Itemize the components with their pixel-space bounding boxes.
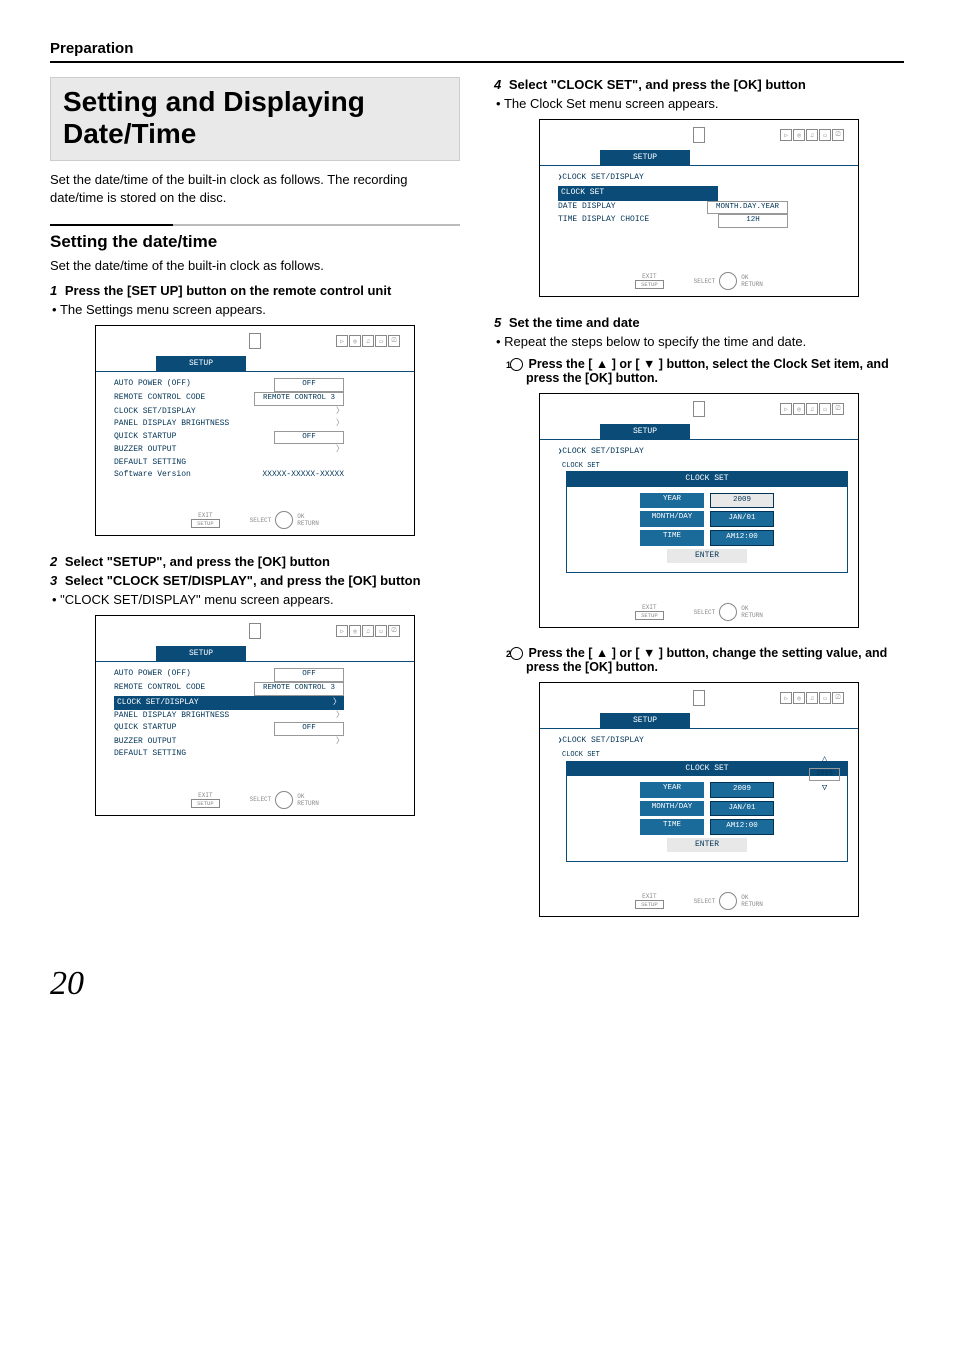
step-5: 5 Set the time and date (494, 315, 904, 330)
year-stepper: △ 2009 ▽ (809, 753, 840, 796)
step-5a: 1 Press the [ ▲ ] or [ ▼ ] button, selec… (510, 357, 904, 385)
accent-rule (50, 224, 460, 226)
menu-screenshot-2: ▷◎♫▭⎚ SETUP AUTO POWER (OFF)OFF REMOTE C… (95, 615, 415, 815)
doc-icon (249, 333, 261, 349)
page-number: 20 (50, 965, 904, 1003)
menu-screenshot-3: ▷◎♫▭⎚ SETUP CLOCK SET/DISPLAY CLOCK SET … (539, 119, 859, 297)
title-box: Setting and Displaying Date/Time (50, 77, 460, 161)
doc-icon (249, 623, 261, 639)
right-column: 4 Select "CLOCK SET", and press the [OK]… (494, 77, 904, 935)
step-4: 4 Select "CLOCK SET", and press the [OK]… (494, 77, 904, 92)
step-5b: 2 Press the [ ▲ ] or [ ▼ ] button, chang… (510, 646, 904, 674)
step-1: 1 Press the [SET UP] button on the remot… (50, 283, 460, 298)
divider (50, 61, 904, 63)
step-5-note: Repeat the steps below to specify the ti… (496, 334, 904, 349)
menu-screenshot-1: ▷◎♫▭⎚ SETUP AUTO POWER (OFF)OFF REMOTE C… (95, 325, 415, 536)
step-2: 2 Select "SETUP", and press the [OK] but… (50, 554, 460, 569)
menu-screenshot-5: ▷◎♫▭⎚ SETUP CLOCK SET/DISPLAY CLOCK SET … (539, 682, 859, 917)
sub-desc: Set the date/time of the built-in clock … (50, 258, 460, 273)
step-3: 3 Select "CLOCK SET/DISPLAY", and press … (50, 573, 460, 588)
step-3-note: "CLOCK SET/DISPLAY" menu screen appears. (52, 592, 460, 607)
step-1-note: The Settings menu screen appears. (52, 302, 460, 317)
menu-screenshot-4: ▷◎♫▭⎚ SETUP CLOCK SET/DISPLAY CLOCK SET … (539, 393, 859, 628)
intro-text: Set the date/time of the built-in clock … (50, 171, 460, 206)
page-title: Setting and Displaying Date/Time (63, 86, 447, 150)
section-label: Preparation (50, 40, 904, 57)
setup-tab: SETUP (156, 356, 246, 371)
step-4-note: The Clock Set menu screen appears. (496, 96, 904, 111)
mode-icons: ▷◎♫▭⎚ (336, 335, 400, 347)
left-column: Setting and Displaying Date/Time Set the… (50, 77, 460, 935)
subheading: Setting the date/time (50, 232, 460, 252)
jog-icon (275, 511, 293, 529)
